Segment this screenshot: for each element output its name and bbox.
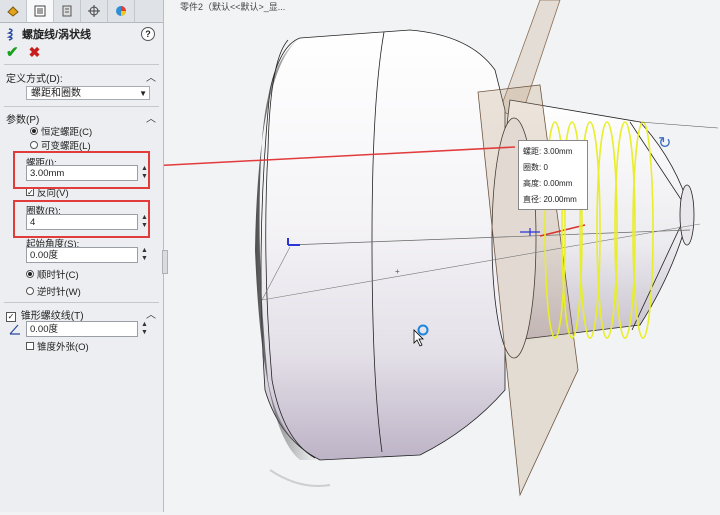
revolutions-highlight xyxy=(13,200,150,238)
radio-constant-pitch[interactable]: 恒定螺距(C) xyxy=(30,125,93,138)
start-angle-input[interactable]: 0.00度 xyxy=(26,247,138,263)
parameters-section-header[interactable]: 参数(P) ︿ xyxy=(6,111,156,126)
helix-icon xyxy=(6,27,18,41)
counterclockwise-label: 逆时针(W) xyxy=(37,287,81,298)
manager-tabs xyxy=(0,0,163,23)
definition-section-header[interactable]: 定义方式(D): ︿ xyxy=(6,70,156,85)
panel-collapse-handle[interactable] xyxy=(162,250,168,274)
tab-feature-manager[interactable] xyxy=(0,0,27,22)
model-view: + xyxy=(255,0,719,497)
radio-clockwise[interactable]: 顺时针(C) xyxy=(26,268,79,281)
taper-section-header[interactable]: ✓ 锥形螺纹线(T) ︿ xyxy=(6,307,156,322)
cancel-button[interactable]: ✖ xyxy=(29,44,41,61)
confirm-row: ✔ ✖ xyxy=(0,43,163,62)
helix-callout: 螺距: 3.00mm 圈数: 0 高度: 0.00mm 直径: 20.00mm xyxy=(518,140,588,210)
taper-angle-stepper[interactable]: ▲ ▼ xyxy=(140,321,149,337)
radio-dot xyxy=(30,141,38,149)
callout-height-label: 高度: xyxy=(523,179,542,188)
display-manager-icon xyxy=(114,4,128,18)
dimxpert-icon xyxy=(87,4,101,18)
tab-config-manager[interactable] xyxy=(54,0,81,22)
radio-variable-pitch-label: 可变螺距(L) xyxy=(41,141,91,152)
clockwise-label: 顺时针(C) xyxy=(37,270,79,281)
taper-checkbox[interactable]: ✓ xyxy=(6,312,16,322)
taper-angle-icon xyxy=(8,322,22,336)
definition-header-text: 定义方式(D): xyxy=(6,74,63,85)
taper-angle-input[interactable]: 0.00度 xyxy=(26,321,138,337)
feature-title: 螺旋线/涡状线 ? xyxy=(0,25,163,43)
chevron-down-icon: ▼ xyxy=(139,89,147,98)
document-title: 零件2（默认<<默认>_显... xyxy=(180,2,286,12)
definition-selected-value: 螺距和圈数 xyxy=(31,88,81,99)
chevron-up-icon: ︿ xyxy=(146,114,156,125)
definition-select[interactable]: 螺距和圈数 ▼ xyxy=(26,86,150,100)
radio-dot xyxy=(26,270,34,278)
divider xyxy=(4,302,159,303)
property-manager-icon xyxy=(33,4,47,18)
feature-manager-icon xyxy=(6,4,20,18)
radio-dot xyxy=(26,287,34,295)
callout-pitch-label: 螺距: xyxy=(523,147,542,156)
callout-revs-label: 圈数: xyxy=(523,163,542,172)
radio-dot xyxy=(30,127,38,135)
help-button[interactable]: ? xyxy=(141,27,155,41)
callout-revs-value: 0 xyxy=(543,163,548,172)
feature-title-text: 螺旋线/涡状线 xyxy=(22,29,92,41)
property-manager: 螺旋线/涡状线 ? ✔ ✖ 定义方式(D): ︿ 螺距和圈数 ▼ 参数(P) ︿… xyxy=(0,0,164,512)
pitch-highlight xyxy=(13,151,150,189)
config-manager-icon xyxy=(60,4,74,18)
taper-outward-checkbox[interactable]: 锥度外张(O) xyxy=(26,340,89,353)
radio-constant-pitch-label: 恒定螺距(C) xyxy=(41,127,93,138)
radio-counterclockwise[interactable]: 逆时针(W) xyxy=(26,285,81,298)
callout-pitch-value: 3.00mm xyxy=(543,147,573,156)
chevron-up-icon: ︿ xyxy=(146,310,156,321)
callout-diameter-value: 20.00mm xyxy=(543,195,577,204)
shadow-under xyxy=(269,469,331,487)
taper-outward-label: 锥度外张(O) xyxy=(37,341,89,353)
radio-variable-pitch[interactable]: 可变螺距(L) xyxy=(30,139,91,152)
divider xyxy=(4,64,159,65)
cone-tip xyxy=(679,184,695,246)
tab-property-manager[interactable] xyxy=(27,0,54,22)
chevron-up-icon: ︿ xyxy=(146,73,156,84)
checkbox-box xyxy=(26,341,34,350)
ok-button[interactable]: ✔ xyxy=(6,43,19,61)
rotate-view-icon[interactable]: ↻ xyxy=(658,133,671,153)
graphics-area[interactable]: + 螺距: 3.00mm 圈数: 0 高度: 0.00mm 直径: 20.00m… xyxy=(168,0,720,512)
callout-height-value: 0.00mm xyxy=(543,179,573,188)
start-angle-stepper[interactable]: ▲ ▼ xyxy=(140,247,149,263)
divider xyxy=(4,106,159,107)
svg-text:+: + xyxy=(395,267,400,276)
tab-dimxpert[interactable] xyxy=(81,0,108,22)
tab-display-manager[interactable] xyxy=(108,0,135,22)
callout-diameter-label: 直径: xyxy=(523,195,542,204)
